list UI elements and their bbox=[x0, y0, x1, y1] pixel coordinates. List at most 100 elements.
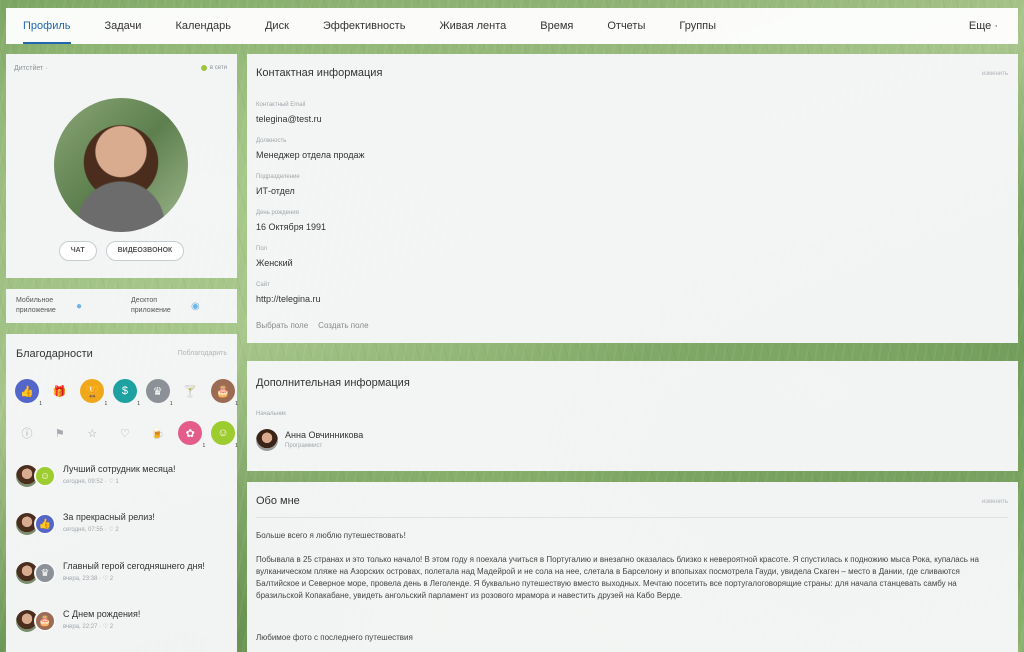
thanks-title: Благодарности bbox=[16, 348, 93, 360]
give-thanks-link[interactable]: Поблагодарить bbox=[178, 350, 227, 357]
thanks-feed-item[interactable]: 🎂 С Днем рождения! вчера, 22:27 · ♡ 2 bbox=[16, 609, 231, 643]
thanks-badge-star[interactable]: ☆ bbox=[80, 421, 104, 445]
desktop-icon: ◉ bbox=[191, 301, 200, 312]
thanks-badge-cocktail[interactable]: 🍸 bbox=[178, 379, 202, 403]
contact-edit-link[interactable]: изменить bbox=[982, 71, 1008, 77]
badge-count: 1 bbox=[137, 401, 140, 407]
email-value[interactable]: telegina@test.ru bbox=[256, 114, 322, 124]
beer-icon: 🍺 bbox=[150, 427, 165, 440]
crown-icon: ♛ bbox=[34, 562, 56, 584]
manager-avatar[interactable] bbox=[256, 429, 278, 451]
thanks-badge-gift[interactable]: 🎁 bbox=[48, 379, 72, 403]
feed-meta: вчера, 22:27 · ♡ 2 bbox=[63, 624, 114, 630]
feed-title[interactable]: За прекрасный релиз! bbox=[63, 512, 155, 522]
info-icon: ⓘ bbox=[21, 428, 33, 440]
flower-icon: ✿ bbox=[185, 427, 195, 440]
flag-icon: ⚑ bbox=[54, 427, 65, 440]
birthday-value: 16 Октября 1991 bbox=[256, 222, 327, 232]
create-field-link[interactable]: Создать поле bbox=[318, 321, 368, 330]
field-actions: Выбрать поле Создать поле bbox=[256, 321, 369, 330]
site-label: Сайт bbox=[256, 282, 270, 288]
thanks-badge-crown[interactable]: ♛ 1 bbox=[145, 379, 173, 407]
thanks-badge-info[interactable]: ⓘ bbox=[15, 421, 39, 445]
mobile-app-link[interactable]: Мобильное приложение bbox=[16, 296, 56, 316]
badges-row-2: ⓘ ⚑ ☆ ♡ 🍺 ✿ 1 ☺ 1 bbox=[15, 421, 238, 449]
additional-info-title: Дополнительная информация bbox=[256, 377, 410, 389]
about-travel-text: Побывала в 25 странах и это только начал… bbox=[256, 555, 979, 600]
badges-row-1: 👍 1 🎁 🏆 1 $1 ♛ 1 🍸 🎂 1 bbox=[15, 379, 238, 407]
site-value[interactable]: http://telegina.ru bbox=[256, 294, 321, 304]
nav-tab-live-feed[interactable]: Живая лента bbox=[422, 8, 523, 44]
top-navigation: Профиль Задачи Календарь Диск Эффективно… bbox=[6, 8, 1018, 44]
thanks-badge-beer[interactable]: 🍺 bbox=[146, 421, 170, 445]
feed-meta: сегодня, 07:55 · ♡ 2 bbox=[63, 527, 119, 533]
thanks-badge-cake[interactable]: 🎂 1 bbox=[210, 379, 238, 407]
money-bag-icon: $ bbox=[121, 385, 129, 397]
profile-avatar[interactable] bbox=[54, 98, 188, 232]
nav-tab-profile[interactable]: Профиль bbox=[6, 8, 88, 44]
thanks-badge-money-bag[interactable]: $1 bbox=[112, 379, 140, 407]
choose-field-link[interactable]: Выбрать поле bbox=[256, 321, 308, 330]
nav-tab-calendar[interactable]: Календарь bbox=[158, 8, 248, 44]
star-icon: ☆ bbox=[87, 427, 98, 440]
contact-info-card: Контактная информация изменить Контактны… bbox=[247, 54, 1018, 343]
badge-count: 1 bbox=[39, 401, 42, 407]
nav-tab-tasks[interactable]: Задачи bbox=[88, 8, 159, 44]
birthday-label: День рождения bbox=[256, 210, 299, 216]
desktop-app-label-2: приложение bbox=[131, 307, 171, 314]
mobile-app-label-1: Мобильное bbox=[16, 297, 54, 304]
thanks-badge-flag[interactable]: ⚑ bbox=[48, 421, 72, 445]
about-me-card: Обо мне изменить Больше всего я люблю пу… bbox=[247, 482, 1018, 652]
mobile-app-label-2: приложение bbox=[16, 307, 56, 314]
about-me-title: Обо мне bbox=[256, 495, 300, 507]
contact-info-title: Контактная информация bbox=[256, 67, 383, 79]
department-value: ИТ-отдел bbox=[256, 186, 295, 196]
position-value: Менеджер отдела продаж bbox=[256, 150, 365, 160]
thanks-feed-item[interactable]: ♛ Главный герой сегодняшнего дня! вчера, 2… bbox=[16, 561, 231, 595]
thanks-badge-cup[interactable]: 🏆 1 bbox=[80, 379, 107, 407]
thanks-badge-smile[interactable]: ☺ 1 bbox=[210, 421, 238, 449]
online-status-label: в сети bbox=[209, 65, 227, 71]
desktop-app-label-1: Десктоп bbox=[131, 297, 158, 304]
thanks-badge-heart[interactable]: ♡ bbox=[113, 421, 137, 445]
nav-tab-efficiency[interactable]: Эффективность bbox=[306, 8, 423, 44]
thanks-feed-item[interactable]: 👍 За прекрасный релиз! сегодня, 07:55 · ♡ … bbox=[16, 512, 231, 546]
thanks-badge-thumbs-up[interactable]: 👍 1 bbox=[15, 379, 42, 407]
additional-info-card: Дополнительная информация Начальник Анна… bbox=[247, 361, 1018, 471]
thanks-feed-item[interactable]: ☺ Лучший сотрудник месяца! сегодня, 09:52 … bbox=[16, 464, 231, 498]
feed-title[interactable]: Лучший сотрудник месяца! bbox=[63, 464, 176, 474]
thanks-badge-flower[interactable]: ✿ 1 bbox=[178, 421, 205, 449]
about-edit-link[interactable]: изменить bbox=[982, 499, 1008, 505]
feed-title[interactable]: Главный герой сегодняшнего дня! bbox=[63, 561, 205, 571]
about-intro: Больше всего я люблю путешествовать! bbox=[256, 531, 406, 540]
cup-icon: 🏆 bbox=[85, 385, 100, 398]
badge-count: 1 bbox=[169, 401, 173, 407]
feed-meta: сегодня, 09:52 · ♡ 1 bbox=[63, 479, 119, 485]
about-photo-caption: Любимое фото с последнего путешествия bbox=[256, 633, 413, 642]
nav-tab-disk[interactable]: Диск bbox=[248, 8, 306, 44]
video-call-button[interactable]: ВИДЕОЗВОНОК bbox=[105, 241, 185, 261]
about-divider bbox=[256, 517, 1008, 518]
online-dot-icon bbox=[200, 65, 207, 71]
thumbs-up-icon: 👍 bbox=[34, 513, 56, 535]
status-dropdown[interactable]: Дитстйет · bbox=[14, 65, 48, 72]
nav-tab-groups[interactable]: Группы bbox=[662, 8, 733, 44]
smile-icon: ☺ bbox=[217, 427, 229, 439]
profile-actions: ЧАТ ВИДЕОЗВОНОК bbox=[6, 241, 237, 261]
chat-button[interactable]: ЧАТ bbox=[58, 241, 97, 261]
badge-count: 1 bbox=[202, 443, 206, 449]
cake-icon: 🎂 bbox=[34, 610, 56, 632]
email-label: Контактный Email bbox=[256, 102, 306, 108]
crown-icon: ♛ bbox=[152, 385, 163, 398]
feed-title[interactable]: С Днем рождения! bbox=[63, 609, 140, 619]
desktop-app-link[interactable]: Десктоп приложение bbox=[131, 296, 171, 316]
nav-tab-reports[interactable]: Отчеты bbox=[590, 8, 662, 44]
apple-icon: ● bbox=[76, 301, 83, 312]
cake-icon: 🎂 bbox=[216, 385, 230, 398]
gender-value: Женский bbox=[256, 258, 293, 268]
cocktail-icon: 🍸 bbox=[183, 385, 198, 398]
nav-more-menu[interactable]: Еще · bbox=[952, 8, 1018, 44]
manager-name[interactable]: Анна Овчинникова bbox=[285, 430, 363, 440]
badge-count: 1 bbox=[235, 401, 238, 407]
nav-tab-time[interactable]: Время bbox=[523, 8, 590, 44]
